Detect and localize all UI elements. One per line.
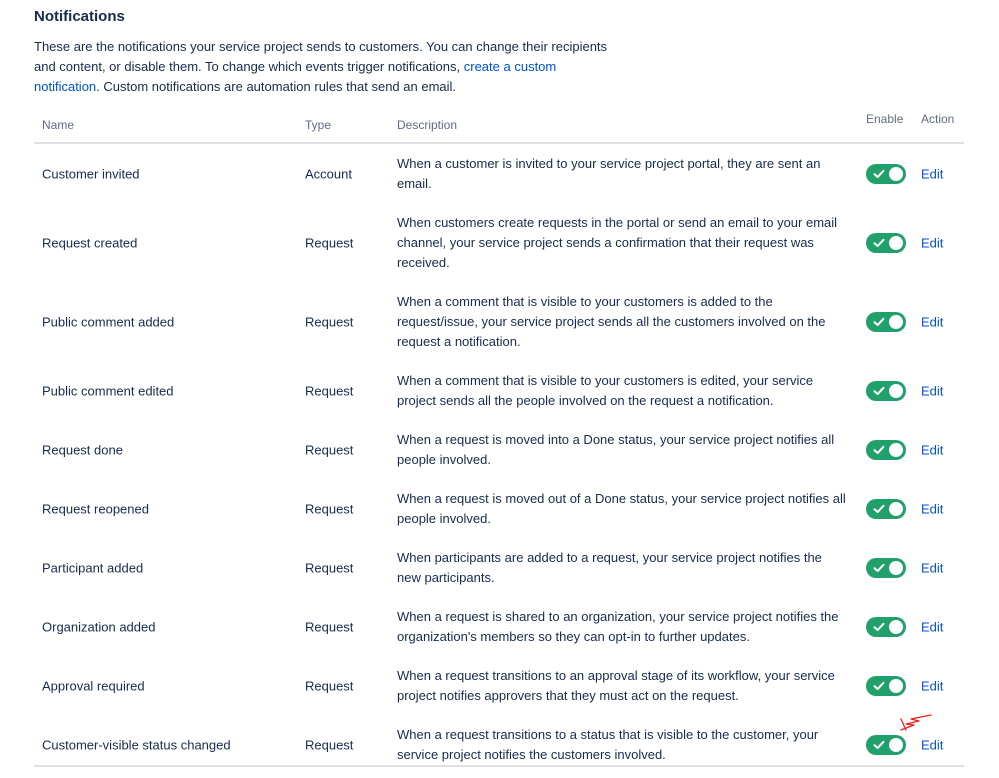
notifications-page: Notifications These are the notification… bbox=[34, 6, 964, 774]
table-row: Public comment edited Request When a comme… bbox=[34, 361, 964, 420]
notification-type: Request bbox=[305, 678, 354, 693]
notification-type: Request bbox=[305, 442, 354, 457]
notification-description: When a request transitions to an approva… bbox=[397, 667, 835, 703]
notification-name: Request reopened bbox=[42, 501, 149, 516]
notification-name: Organization added bbox=[42, 619, 156, 634]
table-row: Request reopened Request When a request is… bbox=[34, 479, 964, 538]
notification-name: Customer-visible status changed bbox=[42, 737, 231, 752]
edit-link[interactable]: Edit bbox=[921, 619, 943, 634]
column-header-enable: Enable bbox=[866, 112, 904, 126]
enable-toggle[interactable] bbox=[866, 163, 906, 184]
notification-description: When a request is moved out of a Done st… bbox=[397, 490, 846, 526]
notification-description: When a request is shared to an organizat… bbox=[397, 608, 839, 644]
table-bottom-border bbox=[34, 765, 964, 767]
table-row: Request done Request When a request is mov… bbox=[34, 420, 964, 479]
notification-description: When a comment that is visible to your c… bbox=[397, 293, 826, 349]
table-row: Organization added Request When a request … bbox=[34, 597, 964, 656]
column-header-name: Name bbox=[42, 118, 75, 132]
toggle-knob bbox=[889, 619, 903, 634]
edit-link[interactable]: Edit bbox=[921, 737, 943, 752]
toggle-knob bbox=[889, 678, 903, 693]
edit-link[interactable]: Edit bbox=[921, 678, 943, 693]
table-header: Name Type Description Enable Action bbox=[34, 98, 964, 144]
notification-type: Account bbox=[305, 166, 352, 181]
check-icon bbox=[873, 622, 885, 631]
toggle-knob bbox=[889, 314, 903, 329]
notification-description: When a request is moved into a Done stat… bbox=[397, 431, 835, 467]
notification-name: Public comment edited bbox=[42, 383, 174, 398]
edit-link[interactable]: Edit bbox=[921, 442, 943, 457]
notification-description: When participants are added to a request… bbox=[397, 549, 822, 585]
notification-name: Request done bbox=[42, 442, 123, 457]
check-icon bbox=[873, 238, 885, 247]
notification-type: Request bbox=[305, 383, 354, 398]
toggle-knob bbox=[889, 383, 903, 398]
notification-description: When a comment that is visible to your c… bbox=[397, 372, 814, 408]
column-header-type: Type bbox=[305, 118, 332, 132]
notification-name: Approval required bbox=[42, 678, 145, 693]
enable-toggle[interactable] bbox=[866, 380, 906, 401]
notification-description: When customers create requests in the po… bbox=[397, 214, 838, 270]
notification-description: When a customer is invited to your servi… bbox=[397, 155, 821, 191]
table-row: Approval required Request When a request t… bbox=[34, 656, 964, 715]
toggle-knob bbox=[889, 501, 903, 516]
edit-link[interactable]: Edit bbox=[921, 235, 943, 250]
table-row: Request created Request When customers cre… bbox=[34, 203, 964, 282]
notification-type: Request bbox=[305, 314, 354, 329]
check-icon bbox=[873, 740, 885, 749]
toggle-knob bbox=[889, 166, 903, 181]
intro-text: These are the notifications your service… bbox=[34, 37, 614, 97]
toggle-knob bbox=[889, 235, 903, 250]
toggle-knob bbox=[889, 737, 903, 752]
enable-toggle[interactable] bbox=[866, 232, 906, 253]
edit-link[interactable]: Edit bbox=[921, 166, 943, 181]
column-header-action: Action bbox=[921, 112, 955, 126]
enable-toggle[interactable] bbox=[866, 734, 906, 755]
table-row: Customer invited Account When a customer i… bbox=[34, 144, 964, 203]
page-title: Notifications bbox=[34, 8, 125, 25]
notification-type: Request bbox=[305, 501, 354, 516]
enable-toggle[interactable] bbox=[866, 498, 906, 519]
toggle-knob bbox=[889, 560, 903, 575]
edit-link[interactable]: Edit bbox=[921, 314, 943, 329]
check-icon bbox=[873, 563, 885, 572]
notifications-table-body: Customer invited Account When a customer i… bbox=[34, 144, 964, 774]
edit-link[interactable]: Edit bbox=[921, 383, 943, 398]
notification-name: Request created bbox=[42, 235, 138, 250]
notification-name: Public comment added bbox=[42, 314, 175, 329]
table-row: Participant added Request When participant… bbox=[34, 538, 964, 597]
notification-type: Request bbox=[305, 560, 354, 575]
intro-text-end: . Custom notifications are automation ru… bbox=[96, 79, 457, 94]
toggle-knob bbox=[889, 442, 903, 457]
table-row: Public comment added Request When a commen… bbox=[34, 282, 964, 361]
check-icon bbox=[873, 681, 885, 690]
check-icon bbox=[873, 169, 885, 178]
check-icon bbox=[873, 445, 885, 454]
check-icon bbox=[873, 504, 885, 513]
column-header-description: Description bbox=[397, 118, 458, 132]
enable-toggle[interactable] bbox=[866, 557, 906, 578]
notification-name: Participant added bbox=[42, 560, 144, 575]
notification-description: When a request transitions to a status t… bbox=[397, 726, 819, 762]
enable-toggle[interactable] bbox=[866, 439, 906, 460]
enable-toggle[interactable] bbox=[866, 616, 906, 637]
check-icon bbox=[873, 386, 885, 395]
notification-type: Request bbox=[305, 737, 354, 752]
notification-name: Customer invited bbox=[42, 166, 140, 181]
notification-type: Request bbox=[305, 235, 354, 250]
enable-toggle[interactable] bbox=[866, 311, 906, 332]
notification-type: Request bbox=[305, 619, 354, 634]
edit-link[interactable]: Edit bbox=[921, 560, 943, 575]
red-pen-annotation bbox=[900, 714, 932, 731]
edit-link[interactable]: Edit bbox=[921, 501, 943, 516]
enable-toggle[interactable] bbox=[866, 675, 906, 696]
check-icon bbox=[873, 317, 885, 326]
